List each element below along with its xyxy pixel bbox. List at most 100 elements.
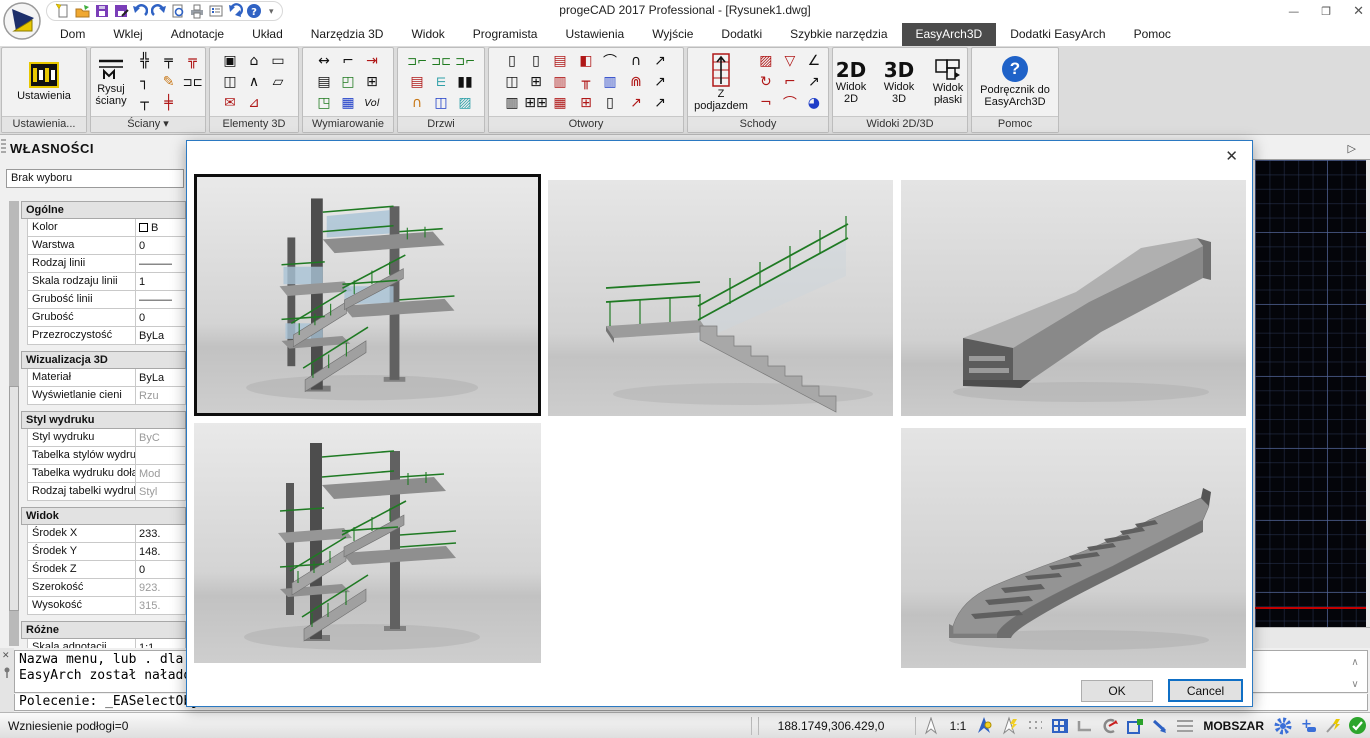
section-ogolne[interactable]: Ogólne — [21, 201, 186, 219]
door-open-icon[interactable]: ⊐⌐ — [454, 51, 476, 71]
ok-button[interactable]: OK — [1081, 680, 1153, 702]
stair-thumbnail-3[interactable] — [901, 180, 1246, 416]
window-band-icon[interactable]: ◧ — [575, 51, 597, 71]
group-label-pomoc[interactable]: Pomoc — [972, 116, 1058, 132]
tracking-arrow-icon[interactable] — [919, 715, 944, 737]
grid-icon[interactable] — [1047, 715, 1072, 737]
wall-cap-icon[interactable]: ╤ — [158, 51, 180, 71]
door-glass-icon[interactable]: ▨ — [454, 93, 476, 113]
sum-table-icon[interactable]: ⊞ — [361, 72, 383, 92]
window-blue-icon[interactable]: ▥ — [599, 72, 621, 92]
house-icon[interactable]: ⌂ — [243, 51, 265, 71]
stair-section-icon[interactable]: ∠ — [803, 51, 825, 71]
tab-programista[interactable]: Programista — [459, 23, 552, 46]
property-row-wysokosc[interactable]: Wysokość 315. — [27, 597, 186, 615]
arch-window-icon[interactable]: ⋒ — [625, 72, 647, 92]
window-tall-icon[interactable]: ▯ — [525, 51, 547, 71]
stair-thumbnail-5[interactable] — [901, 428, 1246, 668]
door-single-icon[interactable]: ⊐⌐ — [406, 51, 428, 71]
lightning-arrow-icon[interactable] — [997, 715, 1022, 737]
z-podjazdem-button[interactable]: Z podjazdem — [691, 50, 751, 114]
stair-run-icon[interactable]: ↗ — [803, 72, 825, 92]
property-row-grubosc-linii[interactable]: Grubość linii ——— — [27, 291, 186, 309]
viewport-scale[interactable]: 1:1 — [944, 719, 973, 733]
door-dark-icon[interactable]: ▮▮ — [454, 72, 476, 92]
rysuj-sciany-button[interactable]: Rysuj ściany — [92, 55, 129, 109]
scroll-up-icon[interactable]: ∧ — [1351, 655, 1358, 671]
stair-thumbnail-4[interactable] — [194, 423, 541, 663]
tag-icon[interactable]: ◳ — [313, 93, 335, 113]
area-tag-icon[interactable]: ◰ — [337, 72, 359, 92]
table-icon[interactable]: ▤ — [313, 72, 335, 92]
property-row-przezroczystosc[interactable]: Przezroczystość ByLa — [27, 327, 186, 345]
group-label-elementy3d[interactable]: Elementy 3D — [210, 116, 298, 132]
section-widok[interactable]: Widok — [21, 507, 186, 525]
properties-scrollbar[interactable] — [9, 201, 19, 646]
dialog-close-icon[interactable]: ✕ — [1225, 147, 1238, 165]
slab-outline-icon[interactable]: ▭ — [267, 51, 289, 71]
pick-lightning-icon[interactable] — [1320, 715, 1345, 737]
gear-icon[interactable] — [1270, 715, 1295, 737]
tab-adnotacje[interactable]: Adnotacje — [157, 23, 238, 46]
window-2-icon[interactable]: ◫ — [501, 72, 523, 92]
palette-grip[interactable] — [1, 139, 6, 155]
lineweight-icon[interactable] — [1172, 715, 1197, 737]
widok-plaski-button[interactable]: Widok płaski — [925, 56, 971, 108]
snap-dots-icon[interactable] — [1022, 715, 1047, 737]
group-label-wymiarowanie[interactable]: Wymiarowanie — [303, 116, 393, 132]
otrack-icon[interactable] — [1147, 715, 1172, 737]
arch-opening-icon[interactable]: ∩ — [625, 51, 647, 71]
tab-widok[interactable]: Widok — [397, 23, 458, 46]
door-frame-icon[interactable]: ◫ — [430, 93, 452, 113]
window-1-icon[interactable]: ▯ — [501, 51, 523, 71]
property-row-kolor[interactable]: Kolor B — [27, 219, 186, 237]
cancel-button[interactable]: Cancel — [1168, 679, 1243, 702]
podrecznik-button[interactable]: ? Podręcznik do EasyArch3D — [976, 54, 1054, 110]
window-cross-icon[interactable]: ⊞ — [575, 93, 597, 113]
selection-dropdown[interactable]: Brak wyboru — [6, 169, 184, 188]
stair-turn-icon[interactable]: ⌐ — [779, 72, 801, 92]
tab-uklad[interactable]: Układ — [238, 23, 297, 46]
door-double-icon[interactable]: ⊐⊏ — [430, 51, 452, 71]
coordinates-display[interactable]: 188.1749,306.429,0 — [762, 719, 912, 733]
ustawienia-button[interactable]: Ustawienia — [14, 60, 74, 104]
tab-scroll-right-icon[interactable]: ▷ — [1348, 142, 1356, 155]
box-3d-icon[interactable]: ▣ — [219, 51, 241, 71]
curved-opening-icon[interactable]: ↗ — [625, 93, 647, 113]
property-row-srodek-y[interactable]: Środek Y 148. — [27, 543, 186, 561]
group-label-otwory[interactable]: Otwory — [489, 116, 683, 132]
scrollbar-thumb[interactable] — [9, 386, 19, 611]
widok-2d-button[interactable]: 2D Widok 2D — [829, 57, 873, 107]
wall-join-icon[interactable]: ╦ — [182, 51, 204, 71]
property-row-wyswietlanie-cieni[interactable]: Wyświetlanie cieni Rzu — [27, 387, 186, 405]
tab-szybkie-narzedzia[interactable]: Szybkie narzędzia — [776, 23, 901, 46]
wall-cross-icon[interactable]: ╬ — [134, 51, 156, 71]
tab-pomoc[interactable]: Pomoc — [1120, 23, 1185, 46]
stair-curved-3d-icon[interactable]: ◕ — [803, 93, 825, 113]
maximize-button[interactable]: ❐ — [1321, 5, 1331, 18]
curved-opening3-icon[interactable]: ↗ — [649, 72, 671, 92]
wall-corner-icon[interactable]: ┐ — [134, 72, 156, 92]
stair-arc-icon[interactable]: ⌒ — [779, 93, 801, 113]
stair-straight-icon[interactable]: ▨ — [755, 51, 777, 71]
section-rozne[interactable]: Różne — [21, 621, 186, 639]
schedule-icon[interactable]: ▦ — [337, 93, 359, 113]
add-point-icon[interactable]: + — [1295, 715, 1320, 737]
property-row-tabelka-wydruku[interactable]: Tabelka wydruku dołąc... Mod — [27, 465, 186, 483]
stair-fan-icon[interactable]: ▽ — [779, 51, 801, 71]
tab-dodatki-easyarch[interactable]: Dodatki EasyArch — [996, 23, 1119, 46]
column-icon[interactable]: ◫ — [219, 72, 241, 92]
group-label-drzwi[interactable]: Drzwi — [398, 116, 484, 132]
curved-opening4-icon[interactable]: ↗ — [649, 93, 671, 113]
wall-tee-icon[interactable]: ┬ — [134, 93, 156, 113]
stair-thumbnail-1[interactable] — [194, 174, 541, 416]
pin-icon[interactable] — [1, 666, 13, 680]
window-lattice-icon[interactable]: ▦ — [549, 93, 571, 113]
tab-dom[interactable]: Dom — [46, 23, 99, 46]
property-row-material[interactable]: Materiał ByLa — [27, 369, 186, 387]
scroll-down-icon[interactable]: ∨ — [1351, 677, 1358, 693]
tab-ustawienia[interactable]: Ustawienia — [551, 23, 638, 46]
axis-dim-icon[interactable]: ⇥ — [361, 51, 383, 71]
tab-narzedzia-3d[interactable]: Narzędzia 3D — [297, 23, 398, 46]
roof-delete-icon[interactable]: ⊿ — [243, 93, 265, 113]
